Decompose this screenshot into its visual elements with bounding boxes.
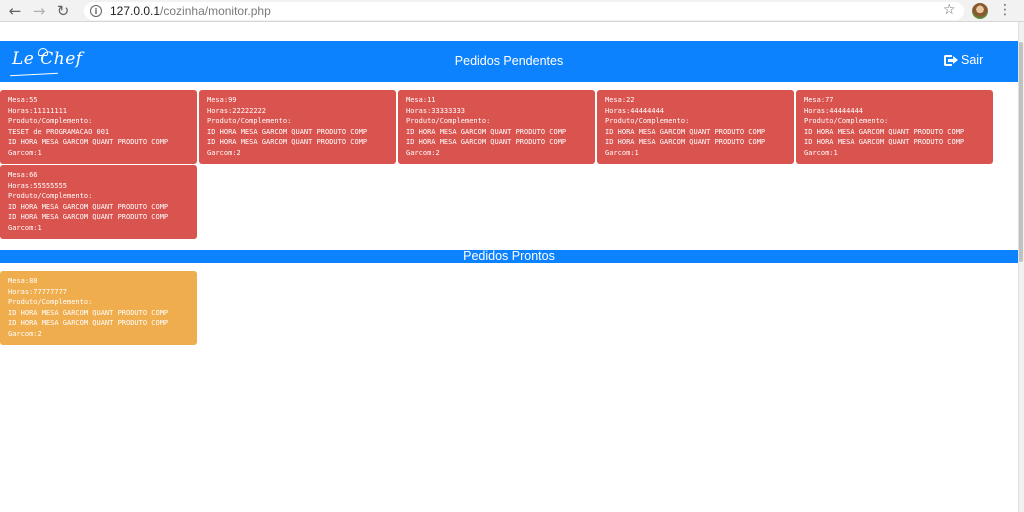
pending-orders-list: Mesa:55 Horas:11111111 Produto/Complemento…: [0, 90, 1018, 240]
order-horas: Horas:33333333: [406, 106, 466, 115]
address-bar[interactable]: i 127.0.0.1/cozinha/monitor.php: [84, 2, 964, 20]
order-card[interactable]: Mesa:66 Horas:55555555 Produto/Complemento…: [0, 165, 197, 239]
order-card[interactable]: Mesa:99 Horas:22222222 Produto/Complemento…: [199, 90, 396, 164]
order-horas: Horas:77777777: [8, 287, 68, 296]
order-item2: ID HORA MESA GARCOM QUANT PRODUTO COMP: [8, 213, 169, 222]
menu-kebab-icon[interactable]: ⋮: [998, 2, 1012, 18]
order-garcom: Garcom:2: [406, 148, 440, 157]
order-garcom: Garcom:1: [8, 148, 42, 157]
browser-toolbar: ← → ↻ i 127.0.0.1/cozinha/monitor.php ☆ …: [0, 0, 1024, 22]
order-produto-label: Produto/Complemento:: [605, 117, 690, 126]
order-mesa: Mesa:66: [8, 171, 38, 179]
order-item1: ID HORA MESA GARCOM QUANT PRODUTO COMP: [8, 308, 169, 317]
order-item2: ID HORA MESA GARCOM QUANT PRODUTO COMP: [605, 138, 766, 147]
order-mesa: Mesa:11: [406, 96, 436, 104]
order-item1: ID HORA MESA GARCOM QUANT PRODUTO COMP: [804, 127, 965, 136]
order-garcom: Garcom:1: [8, 223, 42, 232]
order-card[interactable]: Mesa:11 Horas:33333333 Produto/Complemento…: [398, 90, 595, 164]
page-title: Pedidos Pendentes: [454, 54, 564, 68]
app-header: Le Chef Pedidos Pendentes Sair: [0, 41, 1018, 82]
order-item2: ID HORA MESA GARCOM QUANT PRODUTO COMP: [406, 138, 567, 147]
order-item2: ID HORA MESA GARCOM QUANT PRODUTO COMP: [8, 138, 169, 147]
order-garcom: Garcom:1: [605, 148, 639, 157]
order-garcom: Garcom:1: [804, 148, 838, 157]
order-mesa: Mesa:99: [207, 96, 237, 104]
order-horas: Horas:22222222: [207, 106, 267, 115]
order-item1: ID HORA MESA GARCOM QUANT PRODUTO COMP: [207, 127, 368, 136]
logout-label: Sair: [961, 53, 984, 67]
logo-underline: [10, 72, 58, 77]
order-item1: ID HORA MESA GARCOM QUANT PRODUTO COMP: [8, 202, 169, 211]
back-icon[interactable]: ←: [6, 2, 24, 20]
order-item1: TESET de PROGRAMACAO 001: [8, 127, 110, 136]
order-garcom: Garcom:2: [207, 148, 241, 157]
order-produto-label: Produto/Complemento:: [207, 117, 292, 126]
forward-icon[interactable]: →: [30, 2, 48, 20]
ready-section-title: Pedidos Prontos: [0, 250, 1018, 263]
order-mesa: Mesa:77: [804, 96, 834, 104]
order-card[interactable]: Mesa:55 Horas:11111111 Produto/Complemento…: [0, 90, 197, 164]
order-produto-label: Produto/Complemento:: [8, 192, 93, 201]
logout-button[interactable]: Sair: [944, 53, 983, 67]
url-path: /cozinha/monitor.php: [160, 4, 271, 18]
order-card[interactable]: Mesa:77 Horas:44444444 Produto/Complemento…: [796, 90, 993, 164]
order-horas: Horas:44444444: [804, 106, 864, 115]
order-garcom: Garcom:2: [8, 329, 42, 338]
page-content: Le Chef Pedidos Pendentes Sair Mesa:55 Ho…: [0, 22, 1024, 512]
sign-out-icon: [944, 54, 958, 66]
order-card[interactable]: Mesa:22 Horas:44444444 Produto/Complemento…: [597, 90, 794, 164]
order-mesa: Mesa:55: [8, 96, 38, 104]
order-item2: ID HORA MESA GARCOM QUANT PRODUTO COMP: [8, 319, 169, 328]
reload-icon[interactable]: ↻: [54, 2, 72, 20]
url-host: 127.0.0.1: [110, 4, 161, 18]
order-produto-label: Produto/Complemento:: [8, 298, 93, 307]
scrollbar-thumb[interactable]: [1019, 42, 1023, 262]
order-produto-label: Produto/Complemento:: [8, 117, 93, 126]
order-produto-label: Produto/Complemento:: [804, 117, 889, 126]
order-horas: Horas:44444444: [605, 106, 665, 115]
order-item1: ID HORA MESA GARCOM QUANT PRODUTO COMP: [406, 127, 567, 136]
order-card[interactable]: Mesa:88 Horas:77777777 Produto/Complemento…: [0, 271, 197, 345]
order-item1: ID HORA MESA GARCOM QUANT PRODUTO COMP: [605, 127, 766, 136]
info-icon[interactable]: i: [90, 5, 102, 17]
bookmark-star-icon[interactable]: ☆: [943, 2, 956, 18]
profile-avatar[interactable]: [972, 3, 988, 19]
order-item2: ID HORA MESA GARCOM QUANT PRODUTO COMP: [804, 138, 965, 147]
order-horas: Horas:55555555: [8, 181, 68, 190]
order-produto-label: Produto/Complemento:: [406, 117, 491, 126]
order-mesa: Mesa:88: [8, 277, 38, 285]
order-mesa: Mesa:22: [605, 96, 635, 104]
order-item2: ID HORA MESA GARCOM QUANT PRODUTO COMP: [207, 138, 368, 147]
order-horas: Horas:11111111: [8, 106, 68, 115]
page-scrollbar[interactable]: [1018, 22, 1024, 512]
